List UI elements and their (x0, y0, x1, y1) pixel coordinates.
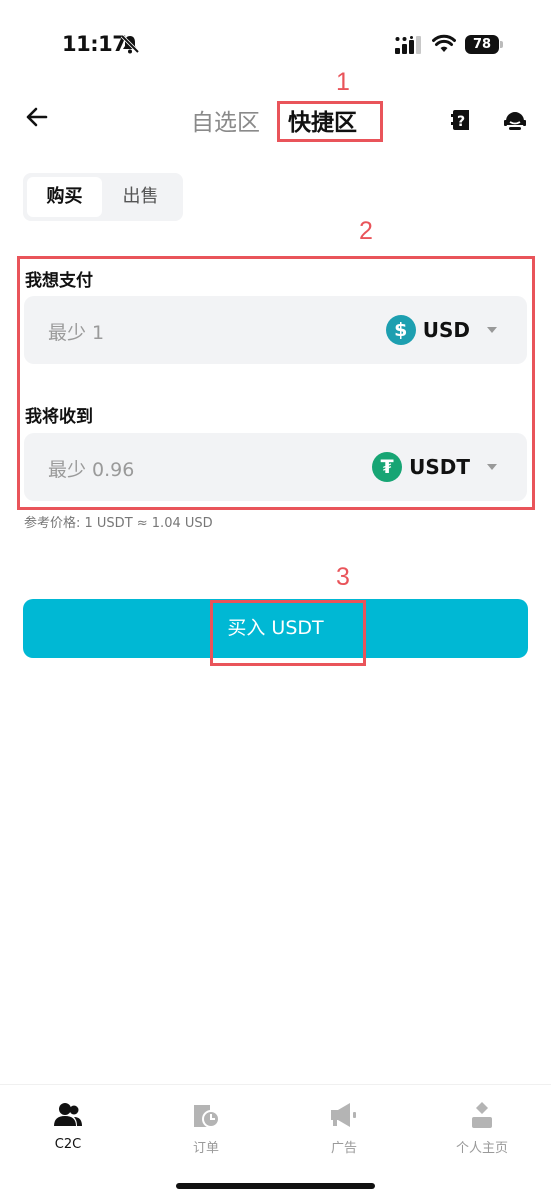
receive-label: 我将收到 (25, 407, 93, 427)
nav-item-ads[interactable]: 广告 (299, 1099, 389, 1156)
pay-label: 我想支付 (25, 271, 93, 291)
wifi-icon (432, 34, 456, 52)
chevron-down-icon (487, 327, 497, 333)
nav-label-c2c: C2C (54, 1137, 82, 1152)
pay-currency-code: USD (422, 318, 470, 342)
cellular-signal-icon (395, 36, 421, 54)
chevron-down-icon (487, 464, 497, 470)
battery-indicator: 78 (465, 35, 503, 54)
sell-tab[interactable]: 出售 (103, 177, 178, 217)
status-bar: 11:17 78 (0, 0, 551, 90)
usd-coin-icon: $ (385, 315, 416, 345)
tab-favorites[interactable]: 自选区 (191, 103, 260, 137)
pay-amount-field[interactable]: 最少 1 $ USD (24, 296, 527, 364)
nav-label-orders: 订单 (192, 1141, 219, 1156)
bell-muted-icon (120, 34, 140, 54)
status-time: 11:17 (62, 32, 127, 56)
nav-item-c2c[interactable]: C2C (23, 1099, 113, 1152)
customer-support-icon[interactable] (503, 108, 527, 132)
users-icon (54, 1103, 82, 1126)
buy-tab[interactable]: 购买 (27, 177, 102, 217)
annotation-number-1: 1 (336, 68, 350, 96)
home-indicator (176, 1183, 375, 1189)
nav-label-ads: 广告 (330, 1141, 357, 1156)
annotation-box-3 (210, 600, 366, 666)
receive-currency-selector[interactable]: ₮ USDT (372, 451, 497, 483)
battery-tip (500, 41, 503, 48)
nav-item-profile[interactable]: 个人主页 (437, 1099, 527, 1156)
help-guide-icon[interactable]: ? (450, 108, 472, 132)
nav-label-profile: 个人主页 (455, 1141, 508, 1156)
nav-item-orders[interactable]: 订单 (161, 1099, 251, 1156)
receive-amount-field[interactable]: 最少 0.96 ₮ USDT (24, 433, 527, 501)
receive-currency-code: USDT (409, 455, 470, 479)
megaphone-icon (331, 1103, 356, 1127)
buy-sell-toggle: 购买 出售 (23, 173, 183, 221)
profile-icon (472, 1102, 492, 1128)
reference-price: 参考价格: 1 USDT ≈ 1.04 USD (24, 516, 213, 531)
receive-amount-input[interactable]: 最少 0.96 (48, 455, 134, 482)
usdt-coin-icon: ₮ (372, 452, 403, 482)
annotation-number-3: 3 (336, 563, 350, 591)
annotation-box-1 (277, 101, 383, 142)
annotation-number-2: 2 (359, 217, 373, 245)
svg-text:?: ? (457, 114, 465, 130)
back-arrow-icon[interactable] (24, 104, 50, 130)
orders-clock-icon (194, 1105, 220, 1128)
pay-amount-input[interactable]: 最少 1 (48, 318, 104, 345)
pay-currency-selector[interactable]: $ USD (385, 314, 497, 346)
battery-level: 78 (465, 35, 499, 54)
